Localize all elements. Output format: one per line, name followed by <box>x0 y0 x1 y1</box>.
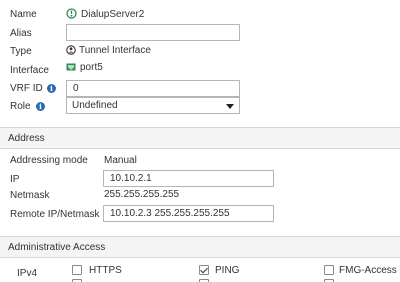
fmg-access-label: FMG-Access <box>339 265 397 276</box>
admin-access-section-title: Administrative Access <box>8 242 106 253</box>
role-info-icon[interactable]: i <box>36 102 45 111</box>
https-checkbox[interactable] <box>72 265 82 275</box>
tunnel-status-icon <box>66 8 77 19</box>
ip-label: IP <box>10 174 20 185</box>
tunnel-interface-icon <box>66 45 76 55</box>
chevron-down-icon <box>226 104 234 109</box>
alias-input[interactable] <box>66 24 240 41</box>
vrf-id-input[interactable]: 0 <box>66 80 240 97</box>
address-section-title: Address <box>8 133 45 144</box>
netmask-value: 255.255.255.255 <box>104 189 180 200</box>
addressing-mode-value: Manual <box>104 155 137 166</box>
remote-ip-netmask-input[interactable]: 10.10.2.3 255.255.255.255 <box>103 205 274 222</box>
fmg-access-checkbox[interactable] <box>324 265 334 275</box>
name-value: DialupServer2 <box>81 9 145 20</box>
remote-ip-netmask-label: Remote IP/Netmask <box>10 209 100 220</box>
name-label: Name <box>10 9 37 20</box>
interface-label: Interface <box>10 65 49 76</box>
interface-value: port5 <box>80 62 103 73</box>
alias-label: Alias <box>10 28 32 39</box>
role-select[interactable]: Undefined <box>66 97 240 114</box>
role-label: Role <box>10 101 31 112</box>
type-value: Tunnel Interface <box>79 45 151 56</box>
addressing-mode-label: Addressing mode <box>10 155 88 166</box>
type-label: Type <box>10 46 32 57</box>
port-icon <box>66 63 76 71</box>
ipv4-label: IPv4 <box>17 268 38 279</box>
role-select-value: Undefined <box>72 100 118 111</box>
address-section-header: Address <box>0 127 400 149</box>
netmask-label: Netmask <box>10 190 50 201</box>
ping-label: PING <box>215 265 240 276</box>
ping-checkbox[interactable] <box>199 265 209 275</box>
vrf-info-icon[interactable]: i <box>47 84 56 93</box>
admin-access-section-header: Administrative Access <box>0 236 400 258</box>
ip-input[interactable]: 10.10.2.1 <box>103 170 274 187</box>
vrf-id-label: VRF ID <box>10 83 43 94</box>
https-label: HTTPS <box>89 265 122 276</box>
